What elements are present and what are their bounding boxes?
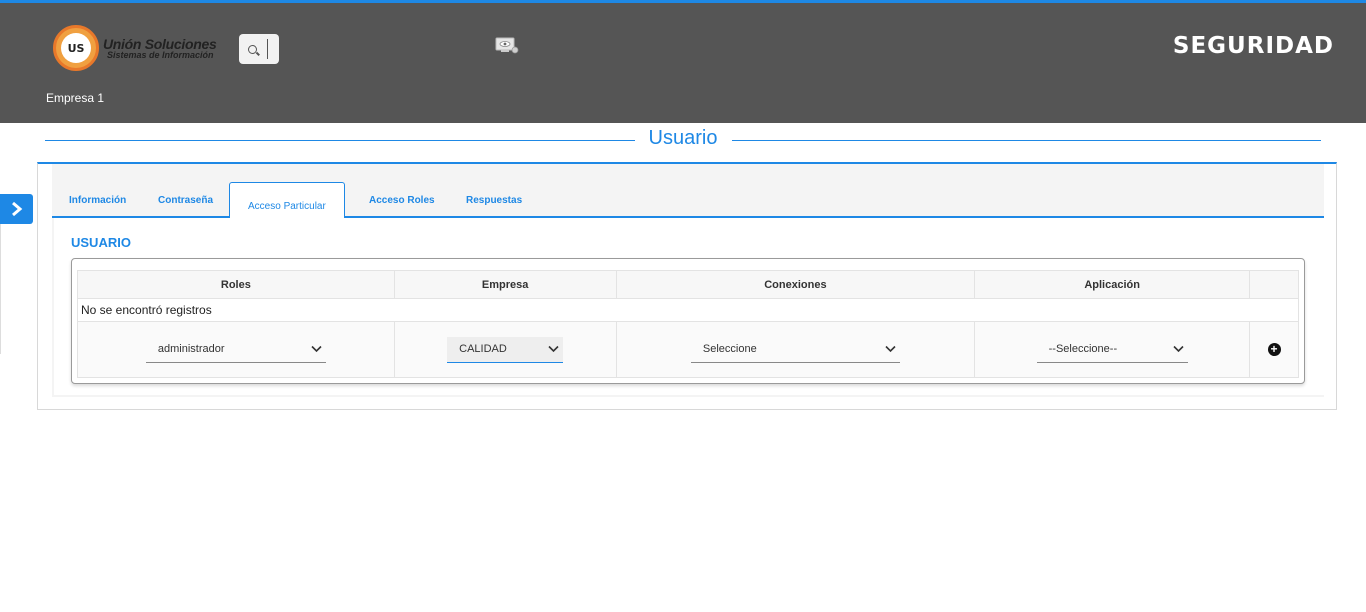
search-icon: [248, 44, 257, 54]
logo-text: Unión Soluciones Sistemas de Información: [103, 35, 217, 60]
logo-title: Unión Soluciones: [103, 35, 217, 52]
page-title: Usuario: [648, 127, 718, 149]
column-header-conexiones: Conexiones: [615, 270, 976, 299]
section-title: USUARIO: [71, 235, 131, 250]
actions-cell: +: [1249, 321, 1299, 378]
roles-select[interactable]: administrador: [145, 337, 326, 363]
conexiones-select-value: Seleccione: [702, 343, 757, 355]
chevron-down-icon: [1173, 345, 1184, 353]
access-table: Roles Empresa Conexiones Aplicación No s…: [77, 270, 1299, 378]
logo-badge-text: US: [61, 33, 91, 63]
tab-contrasena[interactable]: Contraseña: [158, 195, 213, 206]
chevron-down-icon: [311, 345, 322, 353]
column-header-roles: Roles: [77, 270, 395, 299]
empty-message: No se encontró registros: [77, 298, 1299, 322]
tab-informacion[interactable]: Información: [69, 195, 126, 206]
tab-bar: Información Contraseña Acceso Particular…: [52, 181, 1324, 219]
logo-badge: US: [53, 25, 99, 71]
panel-body: Información Contraseña Acceso Particular…: [52, 164, 1324, 397]
conexiones-select[interactable]: Seleccione: [690, 337, 900, 363]
table-header-row: Roles Empresa Conexiones Aplicación: [77, 270, 1299, 299]
tab-acceso-roles[interactable]: Acceso Roles: [369, 195, 435, 206]
tab-content: USUARIO Roles Empresa Conexiones Aplicac…: [54, 218, 1324, 395]
tab-respuestas[interactable]: Respuestas: [466, 195, 522, 206]
page-title-row: Usuario: [45, 126, 1321, 154]
empresa-select[interactable]: CALIDAD: [447, 336, 564, 363]
company-logo[interactable]: US Unión Soluciones Sistemas de Informac…: [53, 25, 217, 71]
column-header-empresa: Empresa: [393, 270, 617, 299]
sidebar-edge: [0, 224, 1, 354]
chevron-down-icon: [548, 345, 559, 353]
user-panel: Información Contraseña Acceso Particular…: [37, 162, 1337, 410]
monitor-eye-icon[interactable]: [495, 37, 519, 55]
add-row-button[interactable]: +: [1267, 342, 1281, 356]
sidebar-toggle-button[interactable]: [0, 194, 33, 224]
column-header-actions: [1249, 270, 1299, 299]
column-header-aplicacion: Aplicación: [974, 270, 1251, 299]
access-grid: Roles Empresa Conexiones Aplicación No s…: [71, 258, 1305, 384]
company-name: Empresa 1: [46, 91, 105, 105]
brand-title: SEGURIDAD: [1172, 33, 1334, 59]
chevron-down-icon: [885, 345, 896, 353]
empresa-cell: CALIDAD: [393, 321, 617, 378]
logo-subtitle: Sistemas de Información: [107, 49, 214, 60]
empresa-select-value: CALIDAD: [459, 343, 507, 355]
chevron-right-icon: [11, 201, 22, 217]
roles-cell: administrador: [77, 321, 395, 378]
conexiones-cell: Seleccione: [615, 321, 976, 378]
title-divider-right: [732, 140, 1321, 141]
table-row-new: administrador CALIDAD Seleccione --Selec…: [77, 321, 1299, 378]
search-button[interactable]: [239, 34, 279, 64]
roles-select-value: administrador: [157, 343, 225, 355]
search-separator: [267, 39, 268, 59]
top-header: US Unión Soluciones Sistemas de Informac…: [0, 0, 1366, 123]
aplicacion-select[interactable]: --Seleccione--: [1036, 337, 1188, 363]
aplicacion-cell: --Seleccione--: [974, 321, 1251, 378]
table-row-empty: No se encontró registros: [77, 298, 1299, 322]
aplicacion-select-value: --Seleccione--: [1048, 343, 1118, 355]
tab-acceso-particular[interactable]: Acceso Particular: [229, 182, 345, 219]
